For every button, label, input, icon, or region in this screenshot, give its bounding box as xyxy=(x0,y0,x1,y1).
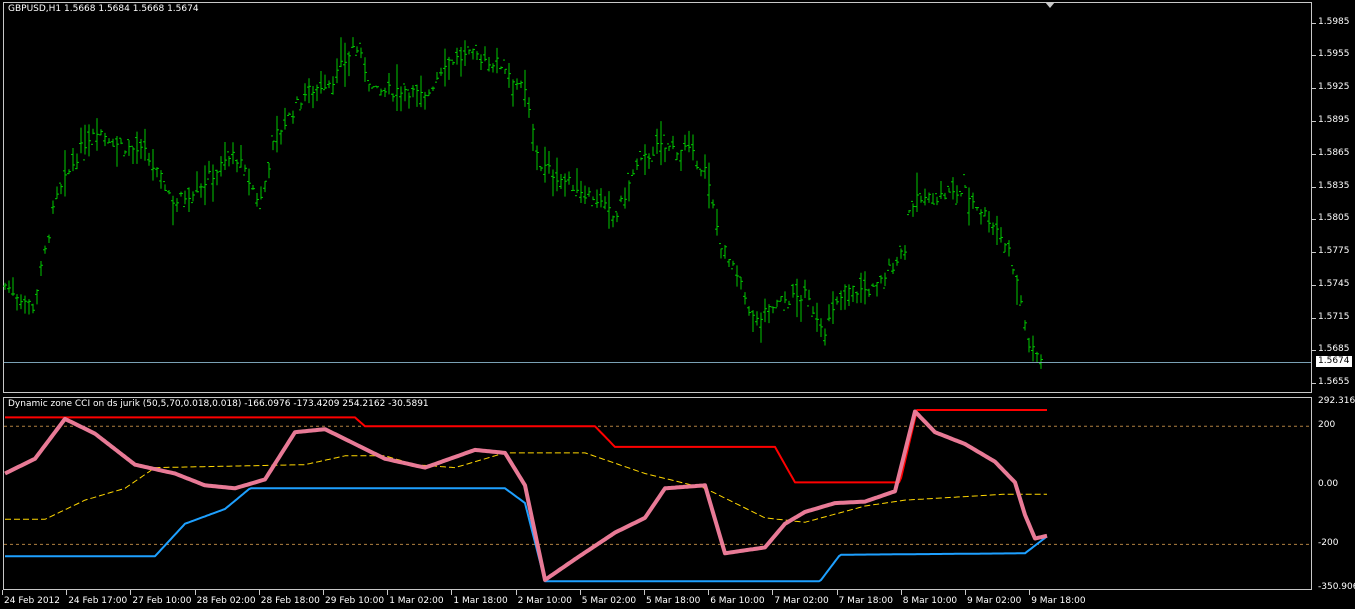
time-axis-tick xyxy=(708,590,710,595)
time-axis-tick xyxy=(323,590,324,595)
time-axis-label: 7 Mar 02:00 xyxy=(774,596,829,606)
price-scale-tick xyxy=(1312,219,1316,221)
time-axis-label: 28 Feb 02:00 xyxy=(196,596,256,606)
price-scale-tick xyxy=(1312,284,1316,286)
price-scale-tick xyxy=(1312,153,1316,155)
time-axis-tick xyxy=(579,590,581,595)
indicator-scale-label: 0.00 xyxy=(1318,479,1339,490)
time-axis-tick xyxy=(772,590,774,595)
time-axis-label: 9 Mar 02:00 xyxy=(967,596,1022,606)
time-axis-label: 24 Feb 2012 xyxy=(4,596,61,606)
indicator-scale-label: -350.9064 xyxy=(1318,582,1355,592)
time-axis-tick xyxy=(965,590,966,595)
price-scale-tick xyxy=(1312,186,1316,188)
price-scale-tick xyxy=(1312,252,1316,254)
time-axis-tick xyxy=(1029,590,1031,595)
time-axis-tick xyxy=(2,590,3,595)
time-axis-label: 27 Feb 10:00 xyxy=(132,596,192,606)
price-scale-label: 1.5775 xyxy=(1318,246,1350,257)
price-scale-label: 1.5685 xyxy=(1318,344,1350,355)
time-axis-tick xyxy=(387,590,389,595)
time-axis-label: 8 Mar 10:00 xyxy=(902,596,958,606)
time-axis-tick xyxy=(515,590,517,595)
price-scale-label: 1.5655 xyxy=(1318,377,1350,388)
time-axis-tick xyxy=(836,590,838,595)
time-axis-label: 28 Feb 18:00 xyxy=(260,596,320,606)
time-axis-label: 7 Mar 18:00 xyxy=(838,596,893,606)
time-axis-label: 5 Mar 02:00 xyxy=(581,596,637,606)
price-scale-label: 1.5895 xyxy=(1318,114,1350,125)
price-scale-label: 1.5925 xyxy=(1318,82,1350,93)
indicator-scale-label: 292.3167 xyxy=(1318,396,1355,406)
time-axis-tick xyxy=(900,590,902,595)
price-scale-label: 1.5835 xyxy=(1318,180,1350,191)
price-bars-svg xyxy=(3,37,1311,583)
price-scale-tick xyxy=(1312,350,1316,352)
price-scale-label: 1.5745 xyxy=(1318,278,1350,289)
indicator-scale-label: 200 xyxy=(1318,420,1336,431)
time-axis-label: 9 Mar 18:00 xyxy=(1031,596,1086,606)
price-scale-label: 1.5955 xyxy=(1318,49,1350,60)
time-axis-tick xyxy=(194,590,196,595)
time-axis-label: 2 Mar 10:00 xyxy=(517,596,572,606)
price-scale-label: 1.5805 xyxy=(1318,213,1350,224)
time-axis-tick xyxy=(644,590,645,595)
time-axis-tick xyxy=(451,590,453,595)
time-axis-label: 1 Mar 02:00 xyxy=(389,596,444,606)
time-axis-label: 6 Mar 10:00 xyxy=(710,596,765,606)
time-axis-label: 24 Feb 17:00 xyxy=(68,596,128,606)
time-axis-tick xyxy=(66,590,68,595)
time-axis-label: 5 Mar 18:00 xyxy=(646,596,701,606)
time-axis-tick xyxy=(130,590,132,595)
current-price-tag: 1.5674 xyxy=(1316,356,1352,368)
time-axis-label: 29 Feb 10:00 xyxy=(325,596,385,606)
indicator-scale-label: -200 xyxy=(1318,538,1339,549)
price-scale-tick xyxy=(1312,55,1316,57)
price-scale-tick xyxy=(1312,317,1316,319)
lower-band-line xyxy=(5,487,1048,583)
price-scale-label: 1.5865 xyxy=(1318,147,1350,158)
price-scale-label: 1.5715 xyxy=(1318,311,1350,322)
time-axis-tick xyxy=(258,590,260,595)
price-scale-tick xyxy=(1312,383,1316,385)
price-scale-tick xyxy=(1312,88,1316,90)
price-scale-label: 1.5985 xyxy=(1318,16,1350,27)
price-scale-tick xyxy=(1312,22,1316,24)
price-scale-tick xyxy=(1312,120,1316,122)
time-axis-label: 1 Mar 18:00 xyxy=(453,596,508,606)
